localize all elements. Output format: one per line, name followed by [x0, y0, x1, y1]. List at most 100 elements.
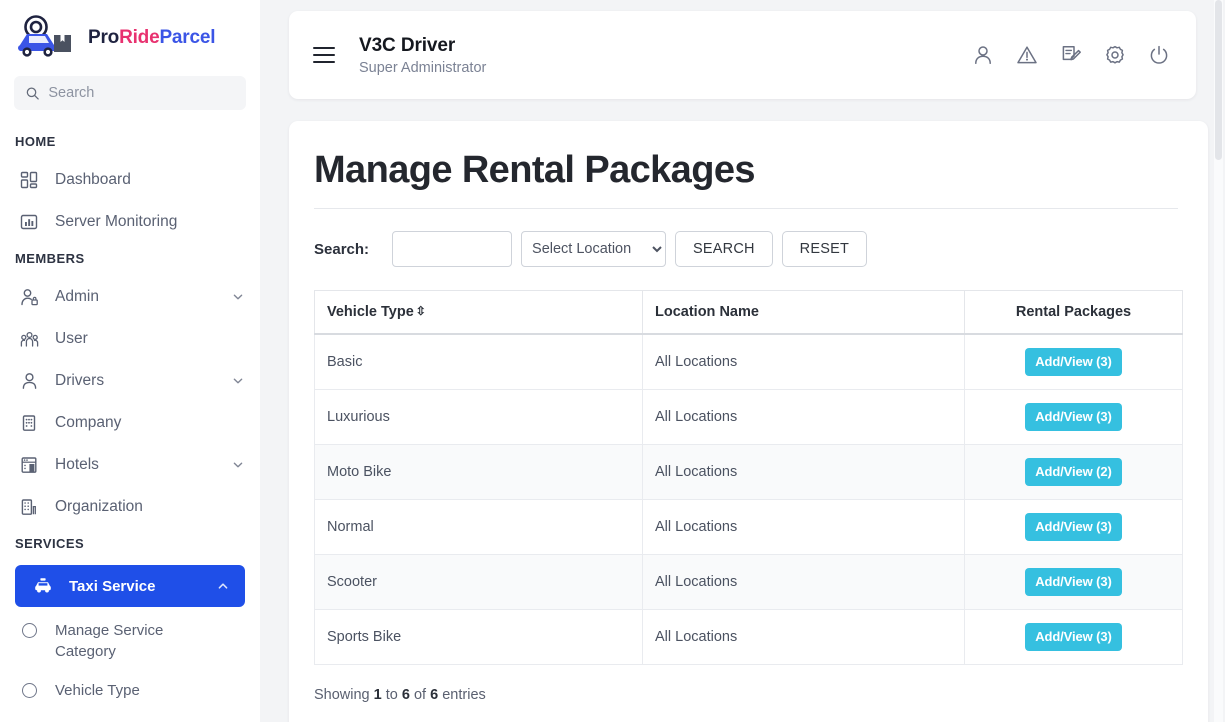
sidebar-item-admin[interactable]: Admin	[0, 276, 260, 318]
search-button[interactable]: SEARCH	[675, 231, 773, 267]
cell-vehicle-type: Moto Bike	[315, 445, 643, 500]
cell-rental-packages: Add/View (3)	[965, 334, 1183, 390]
column-label: Vehicle Type	[327, 304, 414, 320]
vertical-scrollbar[interactable]	[1214, 0, 1223, 722]
sidebar-item-label: Dashboard	[55, 171, 244, 189]
sidebar-subitem-vehicle-type[interactable]: Vehicle Type	[0, 671, 260, 710]
add-view-button[interactable]: Add/View (2)	[1025, 458, 1122, 486]
filter-bar: Search: Select Location SEARCH RESET	[314, 231, 1178, 267]
sidebar-item-label: Company	[55, 414, 244, 432]
circle-bullet-icon	[22, 683, 37, 698]
add-view-button[interactable]: Add/View (3)	[1025, 623, 1122, 651]
showing-mid1: to	[382, 687, 402, 703]
user-lock-icon	[19, 287, 39, 307]
sidebar-section-services: SERVICES	[0, 528, 260, 561]
brand-part-1: Pro	[88, 27, 119, 48]
sidebar-item-drivers[interactable]: Drivers	[0, 360, 260, 402]
taxi-icon	[33, 576, 53, 596]
sidebar-item-label: Organization	[55, 498, 244, 516]
table-row: Sports Bike All Locations Add/View (3)	[315, 610, 1183, 665]
search-input[interactable]	[392, 231, 512, 267]
table-row: Moto Bike All Locations Add/View (2)	[315, 445, 1183, 500]
showing-total: 6	[430, 687, 438, 703]
showing-to: 6	[402, 687, 410, 703]
chevron-up-icon	[217, 580, 229, 592]
cell-rental-packages: Add/View (3)	[965, 555, 1183, 610]
add-view-button[interactable]: Add/View (3)	[1025, 513, 1122, 541]
column-header-rental-packages: Rental Packages	[965, 291, 1183, 335]
sidebar-item-hotels[interactable]: Hotels	[0, 444, 260, 486]
add-view-button[interactable]: Add/View (3)	[1025, 348, 1122, 376]
location-select[interactable]: Select Location	[521, 231, 666, 267]
cell-location-name: All Locations	[643, 390, 965, 445]
cell-rental-packages: Add/View (3)	[965, 390, 1183, 445]
cell-rental-packages: Add/View (3)	[965, 610, 1183, 665]
sidebar-item-label: Admin	[55, 288, 216, 306]
cell-rental-packages: Add/View (2)	[965, 445, 1183, 500]
cell-vehicle-type: Luxurious	[315, 390, 643, 445]
topbar: V3C Driver Super Administrator	[289, 11, 1196, 99]
cell-rental-packages: Add/View (3)	[965, 500, 1183, 555]
sidebar-item-label: Hotels	[55, 456, 216, 474]
brand-part-2: Ride	[119, 27, 159, 48]
hotel-icon	[19, 455, 39, 475]
topbar-title: V3C Driver	[359, 35, 972, 57]
table-row: Luxurious All Locations Add/View (3)	[315, 390, 1183, 445]
column-header-vehicle-type[interactable]: Vehicle Type⇳	[315, 291, 643, 335]
topbar-icons	[972, 44, 1170, 66]
sidebar-item-company[interactable]: Company	[0, 402, 260, 444]
add-view-button[interactable]: Add/View (3)	[1025, 403, 1122, 431]
sidebar-section-home: HOME	[0, 126, 260, 159]
cell-vehicle-type: Sports Bike	[315, 610, 643, 665]
table-header-row: Vehicle Type⇳ Location Name Rental Packa…	[315, 291, 1183, 335]
cell-vehicle-type: Normal	[315, 500, 643, 555]
search-icon	[26, 86, 39, 101]
sidebar-item-dashboard[interactable]: Dashboard	[0, 159, 260, 201]
sidebar-search[interactable]	[14, 76, 246, 110]
sort-updown-icon[interactable]: ⇳	[416, 304, 426, 318]
brand-name: ProRideParcel	[88, 27, 215, 49]
rental-packages-table: Vehicle Type⇳ Location Name Rental Packa…	[314, 290, 1183, 665]
edit-document-icon[interactable]	[1060, 44, 1082, 66]
main-content: V3C Driver Super Administrator	[260, 0, 1225, 722]
brand[interactable]: ProRideParcel	[0, 0, 260, 72]
power-icon[interactable]	[1148, 44, 1170, 66]
warning-triangle-icon[interactable]	[1016, 44, 1038, 66]
sidebar-item-label: Drivers	[55, 372, 216, 390]
person-icon	[19, 371, 39, 391]
table-row: Basic All Locations Add/View (3)	[315, 334, 1183, 390]
users-group-icon	[19, 329, 39, 349]
sidebar-section-members: MEMBERS	[0, 243, 260, 276]
sidebar-item-label: User	[55, 330, 244, 348]
profile-icon[interactable]	[972, 44, 994, 66]
chevron-down-icon	[232, 459, 244, 471]
sidebar-item-organization[interactable]: Organization	[0, 486, 260, 528]
sidebar-search-input[interactable]	[48, 85, 234, 101]
sidebar-subitem-manage-service-category[interactable]: Manage Service Category	[0, 611, 260, 671]
hamburger-menu-icon[interactable]	[313, 47, 335, 63]
sidebar-subitem-label: Vehicle Type	[55, 680, 140, 701]
cell-vehicle-type: Basic	[315, 334, 643, 390]
sidebar-item-taxi-service[interactable]: Taxi Service	[15, 565, 245, 607]
page-title: Manage Rental Packages	[314, 149, 1178, 209]
sidebar-subitem-label: Manage Service Category	[55, 620, 205, 662]
column-label: Location Name	[655, 304, 759, 320]
sidebar-item-label: Taxi Service	[69, 578, 201, 595]
reset-button[interactable]: RESET	[782, 231, 867, 267]
scrollbar-thumb[interactable]	[1215, 0, 1222, 160]
search-label: Search:	[314, 241, 369, 258]
sidebar: ProRideParcel HOME Dashboard	[0, 0, 260, 722]
sidebar-item-user[interactable]: User	[0, 318, 260, 360]
organization-icon	[19, 497, 39, 517]
showing-prefix: Showing	[314, 687, 374, 703]
table-row: Scooter All Locations Add/View (3)	[315, 555, 1183, 610]
taxi-parcel-logo-icon	[14, 15, 80, 61]
showing-from: 1	[374, 687, 382, 703]
sidebar-item-server-monitoring[interactable]: Server Monitoring	[0, 201, 260, 243]
app-root: ProRideParcel HOME Dashboard	[0, 0, 1225, 722]
settings-gear-icon[interactable]	[1104, 44, 1126, 66]
showing-suffix: entries	[438, 687, 486, 703]
add-view-button[interactable]: Add/View (3)	[1025, 568, 1122, 596]
table-row: Normal All Locations Add/View (3)	[315, 500, 1183, 555]
topbar-subtitle: Super Administrator	[359, 60, 972, 76]
